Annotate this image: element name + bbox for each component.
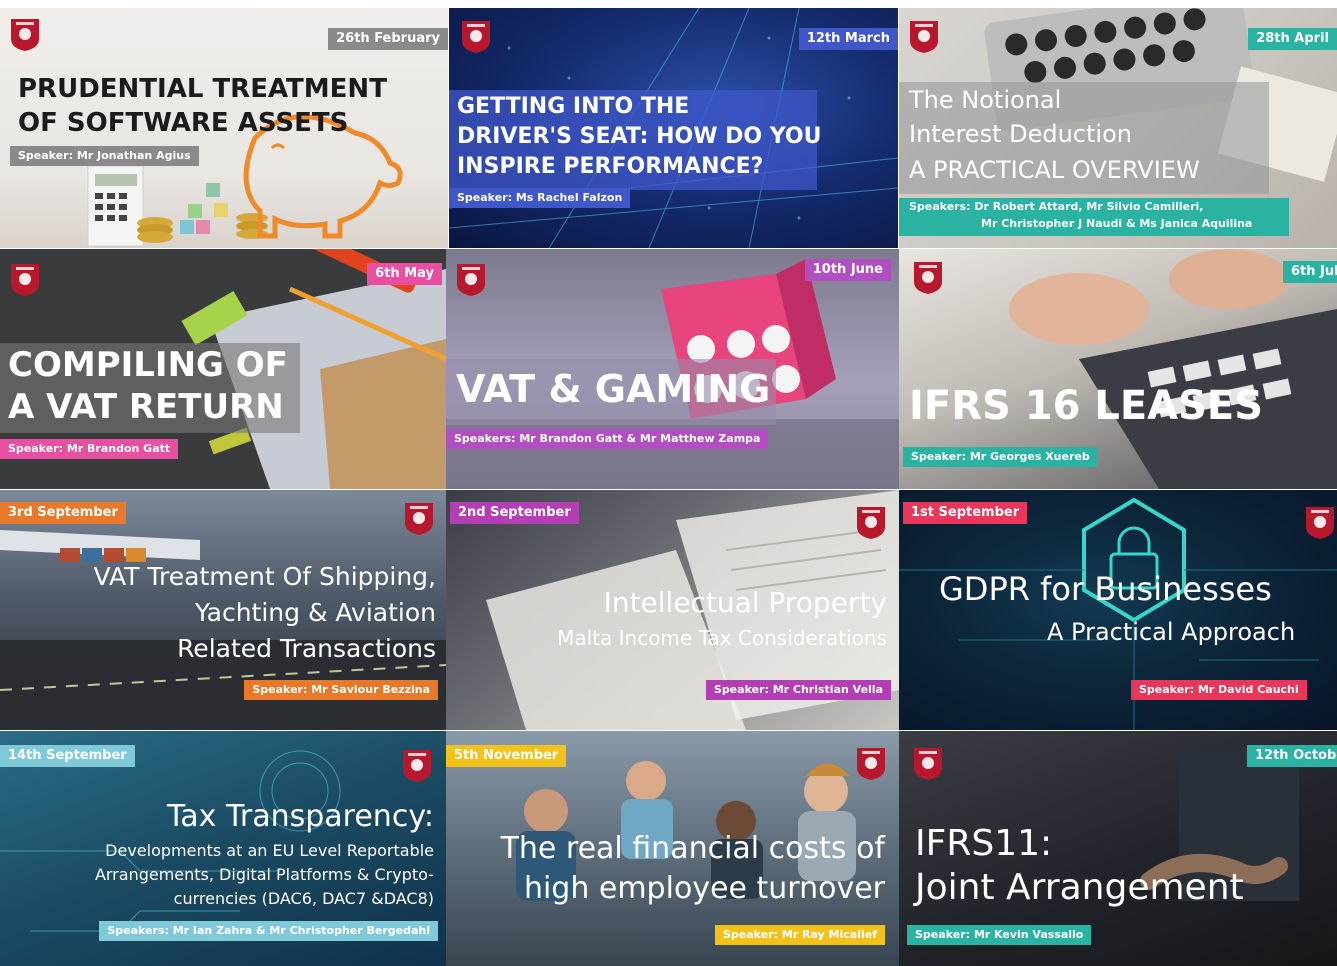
event-title-line2: Developments at an EU Level Reportable [105,841,434,860]
event-date: 3rd September [0,502,126,524]
event-title-line1: Tax Transparency: [166,799,434,834]
speaker-label: Speaker: Mr David Cauchi [1131,680,1307,700]
event-title-line1: VAT & GAMING [456,367,771,411]
institute-crest-icon [1305,506,1335,540]
institute-crest-icon [404,502,434,536]
event-title-line2: Malta Income Tax Considerations [557,626,887,650]
institute-crest-icon [913,261,943,295]
speaker-label: Speaker: Mr Georges Xuereb [903,447,1098,467]
speaker-label: Speaker: Mr Brandon Gatt [0,439,179,459]
event-date: 14th September [0,745,135,767]
speaker-label: Speakers: Mr Ian Zahra & Mr Christopher … [99,921,438,941]
event-date: 10th June [804,259,891,281]
event-title-line1: Intellectual Property [603,586,887,619]
tile-ifrs11-joint-arrangement: 12th October IFRS11: Joint Arrangement S… [899,731,1337,966]
event-title-line2: OF SOFTWARE ASSETS [18,108,349,138]
event-title-line1: GETTING INTO THE [457,94,690,119]
event-title-line3: INSPIRE PERFORMANCE? [457,154,764,179]
event-title-line1: IFRS11: [915,823,1053,864]
event-title-line2: Yachting & Aviation [194,598,436,627]
speaker-label: Speakers: Mr Brandon Gatt & Mr Matthew Z… [446,429,769,449]
speaker-label: Speaker: Mr Saviour Bezzina [244,680,438,700]
institute-crest-icon [856,747,886,781]
speaker-label: Speaker: Mr Ray Micallef [714,925,885,945]
tile-vat-shipping: 3rd September VAT Treatment Of Shipping,… [0,490,446,730]
tile-employee-turnover: 5th November The real financial costs of… [446,731,899,966]
event-title-line1: GDPR for Businesses [939,570,1272,608]
event-date: 12th March [798,28,898,50]
institute-crest-icon [10,263,40,297]
tile-compiling-vat-return: 6th May COMPILING OF A VAT RETURN Speake… [0,249,446,489]
event-date: 5th November [446,745,567,767]
event-title-line2: A VAT RETURN [8,387,284,427]
event-title-line1: The real financial costs of [500,831,885,866]
event-title-line4: currencies (DAC6, DAC7 &DAC8) [173,889,434,908]
event-title-line3: Related Transactions [177,634,436,663]
event-date: 2nd September [450,502,579,524]
event-title-line3: Arrangements, Digital Platforms & Crypto… [94,865,434,884]
institute-crest-icon [856,506,886,540]
event-title-line2: Joint Arrangement [915,867,1244,908]
speaker-label: Speaker: Mr Kevin Vassallo [907,925,1092,945]
event-title-line1: PRUDENTIAL TREATMENT [18,74,387,104]
speaker-label-line1: Speakers: Dr Robert Attard, Mr Silvio Ca… [909,200,1204,213]
event-date: 1st September [903,502,1028,524]
event-date: 26th February [328,28,448,50]
tile-prudential-treatment: 26th February PRUDENTIAL TREATMENT OF SO… [0,8,448,248]
event-title-line1: The Notional [909,86,1062,114]
tile-gdpr: 1st September GDPR for Businesses A Prac… [899,490,1337,730]
institute-crest-icon [402,749,432,783]
event-date: 12th October [1247,745,1337,767]
event-title-line2: A Practical Approach [1047,618,1296,646]
tile-drivers-seat: 12th March GETTING INTO THE DRIVER'S SEA… [449,8,898,248]
event-title-line1: COMPILING OF [8,345,288,385]
event-title-line2: DRIVER'S SEAT: HOW DO YOU [457,124,822,149]
event-title-line1: VAT Treatment Of Shipping, [93,562,436,591]
speaker-label: Speaker: Mr Christian Vella [705,680,891,700]
institute-crest-icon [456,263,486,297]
tile-notional-interest: 28th April The Notional Interest Deducti… [899,8,1337,248]
institute-crest-icon [913,747,943,781]
speaker-label: Speaker: Mr Jonathan Agius [10,146,199,166]
event-date: 6th July [1283,261,1337,283]
tile-ifrs16-leases: 6th July IFRS 16 LEASES Speaker: Mr Geor… [899,249,1337,489]
institute-crest-icon [10,18,40,52]
tile-intellectual-property: 2nd September Intellectual Property Malt… [446,490,899,730]
speaker-label-line2: Mr Christopher J Naudi & Ms Janica Aquil… [981,217,1253,230]
event-date: 28th April [1248,28,1337,50]
event-title-line2: high employee turnover [523,871,885,906]
event-date: 6th May [367,263,442,285]
event-title-line2: Interest Deduction [909,120,1132,148]
event-title-line1: IFRS 16 LEASES [909,383,1264,429]
institute-crest-icon [461,20,491,54]
institute-crest-icon [909,20,939,54]
speaker-label: Speaker: Ms Rachel Falzon [449,188,631,208]
tile-vat-gaming: 10th June VAT & GAMING Speakers: Mr Bran… [446,249,899,489]
webinar-poster-grid: 26th February PRUDENTIAL TREATMENT OF SO… [0,0,1337,966]
tile-tax-transparency: 14th September Tax Transparency: Develop… [0,731,446,966]
event-title-line3: A PRACTICAL OVERVIEW [909,156,1200,184]
